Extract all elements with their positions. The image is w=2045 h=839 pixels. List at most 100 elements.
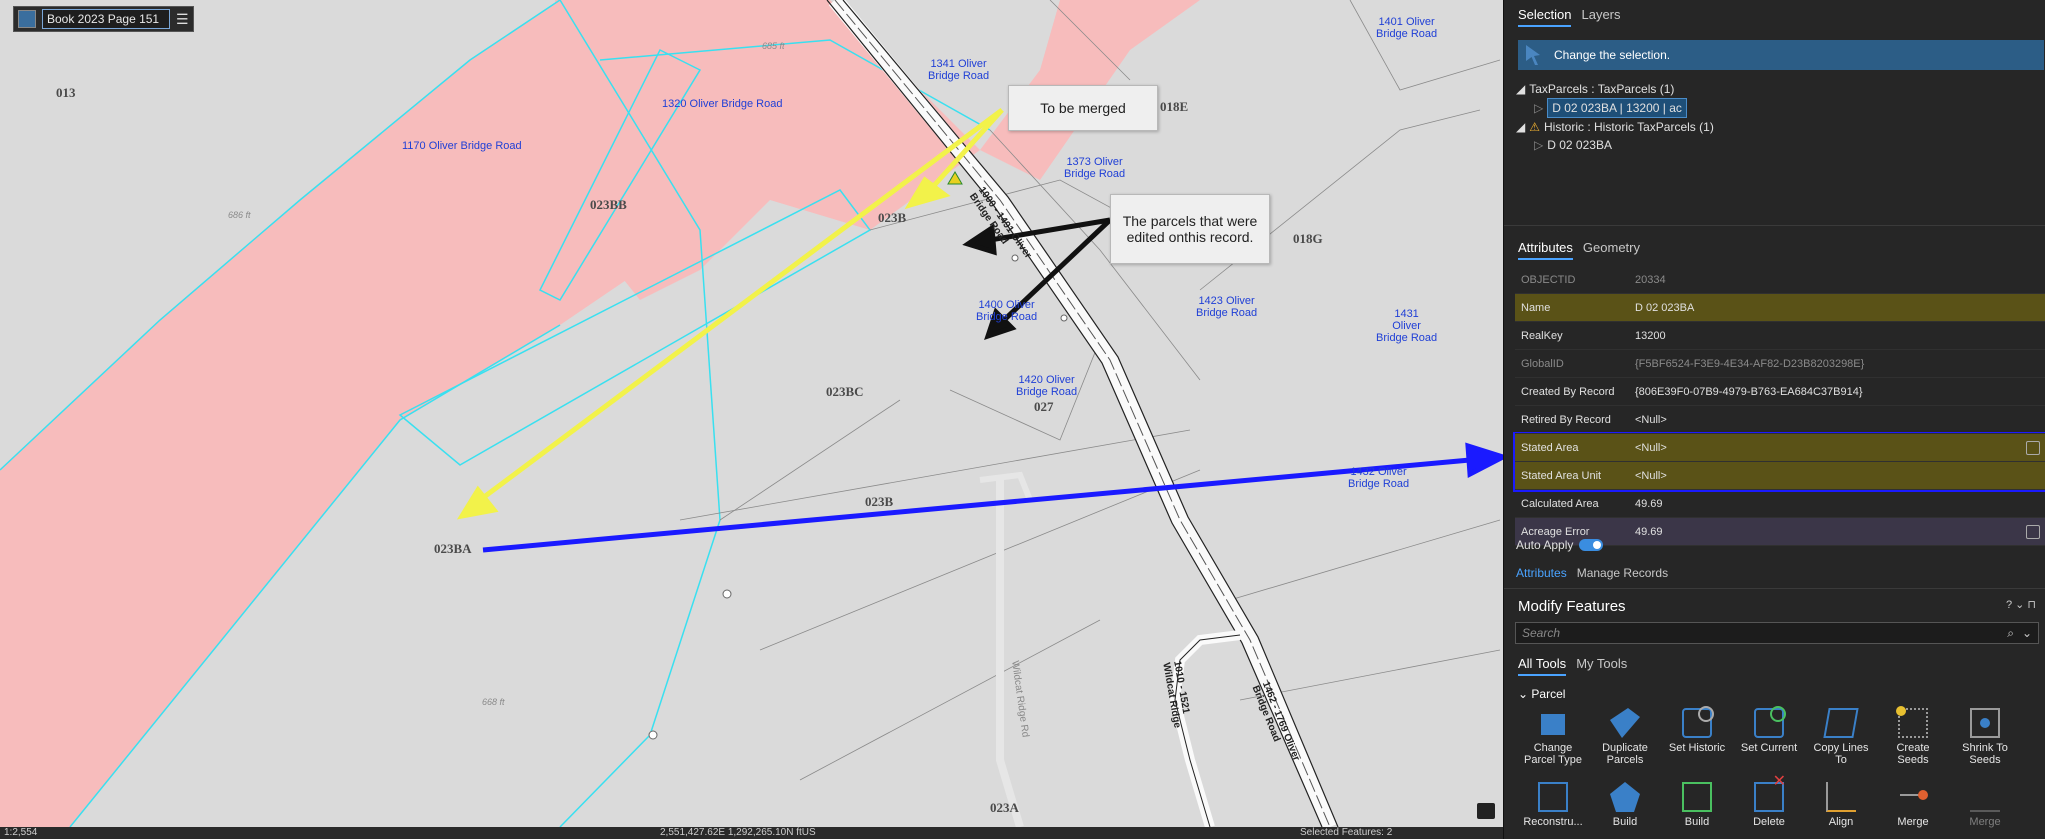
parcel-label: 023B [878, 210, 907, 225]
address-label: 1341 Oliver Bridge Road [928, 58, 990, 82]
selection-message: Change the selection. [1554, 48, 1671, 62]
menu-icon[interactable]: ☰ [176, 11, 189, 28]
tool-label: Build [1684, 816, 1710, 828]
copy-lines-to-tool[interactable]: Copy Lines To [1808, 708, 1874, 766]
set-current-tool[interactable]: Set Current [1736, 706, 1802, 754]
warning-icon: ⚠ [1529, 120, 1540, 134]
attr-value[interactable]: <Null> [1635, 470, 1667, 482]
tab-my-tools[interactable]: My Tools [1576, 656, 1627, 676]
delete-tool[interactable]: ✕ Delete [1736, 774, 1802, 829]
tab-geometry[interactable]: Geometry [1583, 240, 1640, 260]
collapse-icon[interactable]: ◢ [1516, 118, 1525, 136]
attr-key: OBJECTID [1521, 273, 1576, 286]
reconstruct-tool[interactable]: Reconstru... [1520, 782, 1586, 828]
tree-group-taxparcels[interactable]: ◢ TaxParcels : TaxParcels (1) [1516, 80, 1714, 98]
cursor-select-icon [1526, 45, 1540, 65]
reconstruct-icon [1538, 782, 1568, 812]
attr-value[interactable]: <Null> [1635, 442, 1667, 454]
tab-all-tools[interactable]: All Tools [1518, 656, 1567, 676]
modify-features-title: Modify Features [1518, 598, 1626, 615]
tool-label: Merge [1969, 816, 2001, 828]
tab-attributes[interactable]: Attributes [1518, 240, 1573, 260]
tool-label: Shrink To Seeds [1962, 742, 2008, 766]
search-icon[interactable]: ⌕ [2007, 626, 2014, 641]
copy-lines-icon [1823, 708, 1859, 738]
address-label: 1373 Oliver Bridge Road [1064, 156, 1126, 180]
edit-field-icon[interactable] [2026, 525, 2040, 539]
map-notes-icon[interactable] [1477, 803, 1495, 819]
set-historic-tool[interactable]: Set Historic [1664, 706, 1730, 754]
collapse-icon[interactable]: ◢ [1516, 80, 1525, 98]
map-view[interactable]: Book 2023 Page 151 ☰ 013 023BB 023B 023B… [0, 0, 1503, 827]
attr-row: OBJECTID 20334 [1515, 266, 2045, 294]
attr-value[interactable]: 49.69 [1635, 526, 1663, 538]
expand-icon[interactable]: ▷ [1534, 99, 1543, 117]
bookmark-bar[interactable]: Book 2023 Page 151 ☰ [13, 6, 194, 32]
tree-item[interactable]: ▷ D 02 023BA | 13200 | ac [1516, 98, 1714, 118]
tab-attributes-bottom[interactable]: Attributes [1516, 566, 1567, 583]
attribute-table: OBJECTID 20334 Name D 02 023BA RealKey 1320… [1513, 266, 2045, 546]
merge-icon [1898, 782, 1928, 812]
duplicate-parcels-tool[interactable]: Duplicate Parcels [1592, 708, 1658, 766]
attr-value[interactable]: 20334 [1635, 274, 1666, 286]
elevation-label: 668 ft [482, 697, 505, 707]
attr-key: Stated Area Unit [1521, 469, 1602, 482]
change-parcel-type-tool[interactable]: Change Parcel Type [1520, 708, 1586, 766]
scale-value[interactable]: 1:2,554 [4, 827, 37, 839]
tab-manage-records[interactable]: Manage Records [1577, 566, 1668, 583]
build-icon [1610, 782, 1640, 812]
tab-selection[interactable]: Selection [1518, 7, 1572, 27]
attr-row: Retired By Record <Null> [1515, 406, 2045, 434]
attr-value[interactable]: 49.69 [1635, 498, 1663, 510]
build-extent-tool[interactable]: Build [1664, 782, 1730, 828]
parcel-label: 023BC [826, 384, 864, 399]
attr-key: Calculated Area [1521, 497, 1599, 510]
tree-group-historic[interactable]: ◢ ⚠ Historic : Historic TaxParcels (1) [1516, 118, 1714, 136]
coordinates: 2,551,427.62E 1,292,265.10N ftUS [660, 827, 816, 838]
attr-key: RealKey [1521, 329, 1563, 342]
change-parcel-type-icon [1541, 714, 1565, 735]
build-wrench-icon [1682, 782, 1712, 812]
merge-tool[interactable]: Merge [1880, 782, 1946, 828]
expand-icon[interactable]: ▷ [1534, 136, 1543, 154]
parcel-label: 018G [1293, 231, 1323, 246]
align-tool[interactable]: Align [1808, 782, 1874, 828]
create-seeds-tool[interactable]: Create Seeds [1880, 706, 1946, 766]
attr-row: Name D 02 023BA [1515, 294, 2045, 322]
change-selection-banner[interactable]: Change the selection. [1518, 40, 2044, 70]
selected-features[interactable]: Selected Features: 2 [1300, 827, 1392, 839]
callout-edited: The parcels that were edited onthis reco… [1110, 194, 1270, 264]
bookmark-label[interactable]: Book 2023 Page 151 [42, 9, 170, 29]
shrink-to-seeds-tool[interactable]: Shrink To Seeds [1952, 708, 2018, 766]
attribute-tabs: Attributes Geometry [1518, 240, 1640, 260]
address-label: 1401 Oliver Bridge Road [1376, 16, 1438, 40]
tool-search-input[interactable]: Search ⌕ ⌄ [1515, 622, 2039, 644]
side-panel: Selection Layers Change the selection. ◢… [1503, 0, 2045, 839]
attr-row: Created By Record {806E39F0-07B9-4979-B76… [1515, 378, 2045, 406]
attr-value[interactable]: {F5BF6524-F3E9-4E34-AF82-D23B8203298E} [1635, 358, 1864, 370]
parcel-label: 013 [56, 85, 76, 100]
attr-value[interactable]: {806E39F0-07B9-4979-B763-EA684C37B914} [1635, 386, 1863, 398]
attr-value[interactable]: 13200 [1635, 330, 1666, 342]
address-label: 1423 Oliver Bridge Road [1196, 295, 1258, 319]
attr-row: RealKey 13200 [1515, 322, 2045, 350]
parcel-group-header[interactable]: ⌄ Parcel [1518, 687, 1565, 701]
edit-field-icon[interactable] [2026, 441, 2040, 455]
tree-item-label: D 02 023BA [1547, 138, 1612, 152]
chevron-down-icon[interactable]: ⌄ [2022, 626, 2032, 640]
tree-group-label: TaxParcels : TaxParcels (1) [1529, 82, 1675, 96]
parcel-label: 023BB [590, 197, 627, 212]
attr-key: Stated Area [1521, 441, 1579, 454]
tool-tabs: All Tools My Tools [1518, 656, 1627, 676]
tool-label: Reconstru... [1523, 816, 1583, 828]
auto-apply-toggle[interactable] [1579, 539, 1604, 551]
build-tool[interactable]: Build [1592, 782, 1658, 828]
tab-layers[interactable]: Layers [1581, 7, 1620, 27]
attr-value[interactable]: D 02 023BA [1635, 302, 1694, 314]
tool-label: Delete [1753, 816, 1785, 828]
pane-controls[interactable]: ? ⌄ ⊓ [2006, 598, 2036, 611]
tree-item[interactable]: ▷ D 02 023BA [1516, 136, 1714, 154]
attr-key: Acreage Error [1521, 525, 1590, 538]
attr-value[interactable]: <Null> [1635, 414, 1667, 426]
merge-disabled-tool[interactable]: Merge [1952, 782, 2018, 828]
